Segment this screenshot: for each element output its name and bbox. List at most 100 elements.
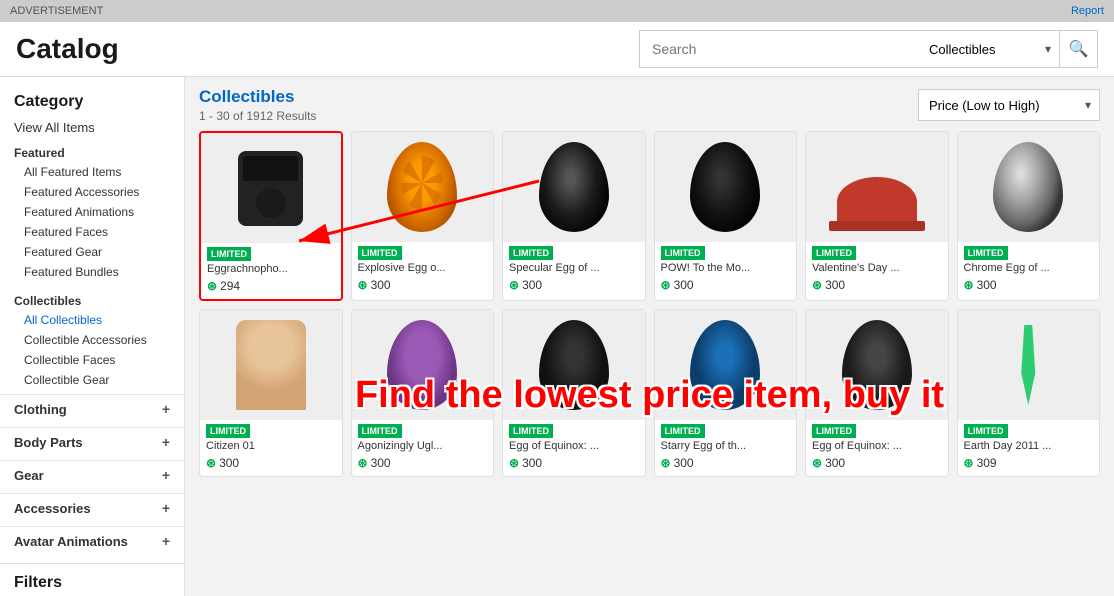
item-image-5 — [806, 132, 948, 242]
item-card-earth-day[interactable]: LIMITED Earth Day 2011 ... ⊛ 309 — [957, 309, 1101, 477]
price-value-10: 300 — [674, 456, 694, 470]
item-price-3: ⊛ 300 — [503, 276, 645, 298]
sidebar-item-clothing[interactable]: Clothing + — [0, 394, 184, 423]
sidebar-item-collectible-gear[interactable]: Collectible Gear — [0, 370, 184, 390]
chrome-egg-image — [993, 142, 1063, 232]
sidebar-item-featured-faces[interactable]: Featured Faces — [0, 222, 184, 242]
item-name-9: Egg of Equinox: ... — [503, 440, 645, 454]
item-image-3 — [503, 132, 645, 242]
items-grid: LIMITED Eggrachnopho... ⊛ 294 LIMITED Ex… — [199, 131, 1100, 477]
tie-image — [1018, 325, 1038, 405]
item-name-7: Citizen 01 — [200, 440, 342, 454]
content-title: Collectibles — [199, 87, 316, 107]
item-image-6 — [958, 132, 1100, 242]
limited-badge-7: LIMITED — [200, 420, 342, 440]
item-name-3: Specular Egg of ... — [503, 262, 645, 276]
limited-badge-2: LIMITED — [352, 242, 494, 262]
sort-wrapper: Price (Low to High) Price (High to Low) … — [918, 89, 1100, 121]
search-button[interactable]: 🔍 — [1060, 30, 1098, 68]
content-area: Collectibles 1 - 30 of 1912 Results Pric… — [185, 77, 1114, 596]
category-select[interactable]: Collectibles All Categories Featured Clo… — [919, 31, 1059, 67]
equinox2-image — [842, 320, 912, 410]
results-count: 1 - 30 of 1912 Results — [199, 109, 316, 123]
item-card-eggrachnopho[interactable]: LIMITED Eggrachnopho... ⊛ 294 — [199, 131, 343, 301]
accessories-label: Accessories — [14, 501, 91, 516]
sidebar-item-gear[interactable]: Gear + — [0, 460, 184, 489]
robux-icon-3: ⊛ — [509, 278, 519, 292]
item-card-valentines[interactable]: LIMITED Valentine's Day ... ⊛ 300 — [805, 131, 949, 301]
item-price-8: ⊛ 300 — [352, 454, 494, 476]
item-price-2: ⊛ 300 — [352, 276, 494, 298]
limited-badge-12: LIMITED — [958, 420, 1100, 440]
limited-badge-1: LIMITED — [201, 243, 341, 263]
item-card-chrome-egg[interactable]: LIMITED Chrome Egg of ... ⊛ 300 — [957, 131, 1101, 301]
sidebar-item-featured-bundles[interactable]: Featured Bundles — [0, 262, 184, 282]
content-header: Collectibles 1 - 30 of 1912 Results Pric… — [199, 87, 1100, 123]
featured-label: Featured — [0, 140, 184, 162]
sidebar-item-view-all[interactable]: View All Items — [0, 115, 184, 140]
item-card-citizen[interactable]: LIMITED Citizen 01 ⊛ 300 — [199, 309, 343, 477]
orange-egg-image — [387, 142, 457, 232]
plus-icon-accessories: + — [162, 500, 170, 516]
page-title: Catalog — [16, 33, 119, 65]
sort-select[interactable]: Price (Low to High) Price (High to Low) … — [919, 90, 1099, 120]
price-value-8: 300 — [371, 456, 391, 470]
limited-badge-10: LIMITED — [655, 420, 797, 440]
sidebar-item-collectible-accessories[interactable]: Collectible Accessories — [0, 330, 184, 350]
sidebar-item-all-featured[interactable]: All Featured Items — [0, 162, 184, 182]
header: Catalog Collectibles All Categories Feat… — [0, 22, 1114, 77]
item-card-agonizingly[interactable]: LIMITED Agonizingly Ugl... ⊛ 300 — [351, 309, 495, 477]
item-card-egg-equinox1[interactable]: LIMITED Egg of Equinox: ... ⊛ 300 — [502, 309, 646, 477]
price-value-3: 300 — [522, 278, 542, 292]
search-icon: 🔍 — [1069, 39, 1089, 59]
limited-badge-5: LIMITED — [806, 242, 948, 262]
item-name-6: Chrome Egg of ... — [958, 262, 1100, 276]
limited-badge-8: LIMITED — [352, 420, 494, 440]
item-card-specular-egg[interactable]: LIMITED Specular Egg of ... ⊛ 300 — [502, 131, 646, 301]
price-value-4: 300 — [674, 278, 694, 292]
price-value-12: 309 — [977, 456, 997, 470]
item-card-egg-equinox2[interactable]: LIMITED Egg of Equinox: ... ⊛ 300 — [805, 309, 949, 477]
item-name-5: Valentine's Day ... — [806, 262, 948, 276]
item-image-2 — [352, 132, 494, 242]
price-value-2: 300 — [371, 278, 391, 292]
item-name-2: Explosive Egg o... — [352, 262, 494, 276]
robux-icon-5: ⊛ — [812, 278, 822, 292]
clothing-label: Clothing — [14, 402, 67, 417]
robux-icon-11: ⊛ — [812, 456, 822, 470]
limited-badge-6: LIMITED — [958, 242, 1100, 262]
sidebar-item-accessories[interactable]: Accessories + — [0, 493, 184, 522]
item-price-12: ⊛ 309 — [958, 454, 1100, 476]
sidebar-item-all-collectibles[interactable]: All Collectibles — [0, 310, 184, 330]
robux-icon-9: ⊛ — [509, 456, 519, 470]
sidebar-item-featured-gear[interactable]: Featured Gear — [0, 242, 184, 262]
item-name-10: Starry Egg of th... — [655, 440, 797, 454]
item-image-4 — [655, 132, 797, 242]
limited-badge-3: LIMITED — [503, 242, 645, 262]
starry-egg-image — [690, 320, 760, 410]
item-card-explosive-egg[interactable]: LIMITED Explosive Egg o... ⊛ 300 — [351, 131, 495, 301]
sidebar-item-avatar-animations[interactable]: Avatar Animations + — [0, 526, 184, 555]
item-card-starry-egg[interactable]: LIMITED Starry Egg of th... ⊛ 300 — [654, 309, 798, 477]
price-value-6: 300 — [977, 278, 997, 292]
equinox1-image — [539, 320, 609, 410]
category-select-wrapper: Collectibles All Categories Featured Clo… — [919, 30, 1060, 68]
category-heading: Category — [0, 87, 184, 115]
collectibles-label: Collectibles — [0, 288, 184, 310]
ad-bar: ADVERTISEMENT Report — [0, 0, 1114, 22]
sidebar-item-featured-animations[interactable]: Featured Animations — [0, 202, 184, 222]
robux-icon-7: ⊛ — [206, 456, 216, 470]
limited-badge-9: LIMITED — [503, 420, 645, 440]
sidebar-item-featured-accessories[interactable]: Featured Accessories — [0, 182, 184, 202]
item-name-4: POW! To the Mo... — [655, 262, 797, 276]
item-card-pow[interactable]: LIMITED POW! To the Mo... ⊛ 300 — [654, 131, 798, 301]
sidebar-item-collectible-faces[interactable]: Collectible Faces — [0, 350, 184, 370]
report-link[interactable]: Report — [1071, 5, 1104, 17]
price-value-1: 294 — [220, 279, 240, 293]
search-input[interactable] — [639, 30, 919, 68]
item-image-1 — [201, 133, 341, 243]
robux-icon-8: ⊛ — [358, 456, 368, 470]
item-price-7: ⊛ 300 — [200, 454, 342, 476]
sidebar-item-body-parts[interactable]: Body Parts + — [0, 427, 184, 456]
robux-icon-1: ⊛ — [207, 279, 217, 293]
